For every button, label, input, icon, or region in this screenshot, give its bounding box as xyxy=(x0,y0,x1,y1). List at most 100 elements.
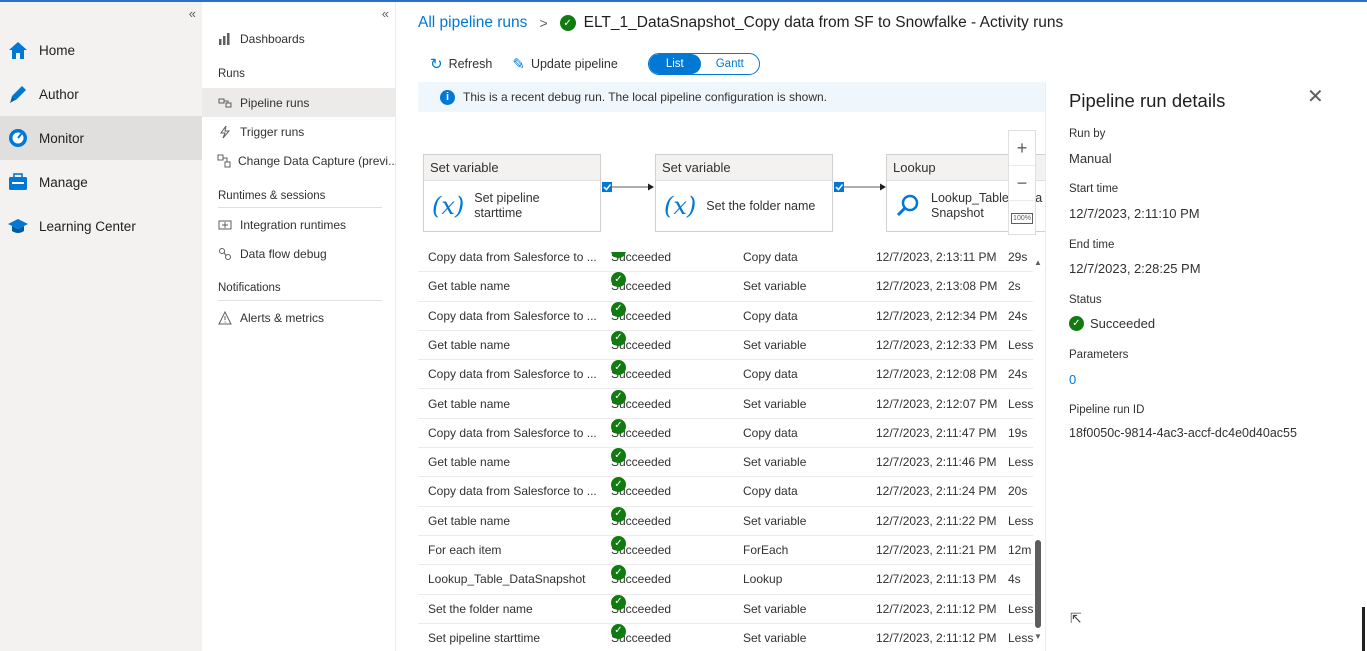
subnav-label: Dashboards xyxy=(240,31,305,46)
page-title: ELT_1_DataSnapshot_Copy data from SF to … xyxy=(583,14,1064,31)
scroll-up-icon[interactable]: ▲ xyxy=(1034,258,1042,267)
end-time-value: 12/7/2023, 2:28:25 PM xyxy=(1069,261,1201,276)
zoom-in-icon[interactable]: + xyxy=(1009,131,1035,166)
duration-cell: 20s xyxy=(1008,484,1028,499)
table-row[interactable]: Get table name Set variable 12/7/2023, 2:1… xyxy=(418,448,1033,478)
update-pipeline-button[interactable]: ✎ Update pipeline xyxy=(512,55,617,73)
view-toggle: List Gantt xyxy=(647,53,760,75)
activity-type-cell: Set variable xyxy=(743,279,807,294)
table-row[interactable]: Get table name Set variable 12/7/2023, 2:1… xyxy=(418,272,1033,302)
subnav-item-dashboards[interactable]: Dashboards xyxy=(202,24,396,53)
duration-cell: Less xyxy=(1008,601,1033,616)
status-value: ✓ Succeeded xyxy=(1069,316,1155,331)
zoom-out-icon[interactable]: − xyxy=(1009,166,1035,201)
status-cell: ✓Succeeded xyxy=(611,301,731,330)
success-check-icon: ✓ xyxy=(611,330,626,346)
collapse-subnav-icon[interactable]: « xyxy=(382,6,389,21)
table-row[interactable]: Get table name Set variable 12/7/2023, 2:1… xyxy=(418,330,1033,361)
breadcrumb-separator: > xyxy=(539,15,548,31)
nav-item-label: Learning Center xyxy=(39,218,136,234)
nav-item-author[interactable]: Author xyxy=(0,72,202,116)
start-time-value: 12/7/2023, 2:11:10 PM xyxy=(1069,206,1200,221)
scrollbar-thumb[interactable] xyxy=(1035,540,1041,628)
status-cell: ✓Succeeded xyxy=(611,536,731,564)
table-row[interactable]: Lookup_Table_DataSnapshot Lookup 12/7/2023… xyxy=(418,565,1033,595)
pipeline-canvas[interactable]: Set variable (x) Set pipeline starttime … xyxy=(418,112,1045,252)
runs-heading: Runs xyxy=(218,68,245,80)
table-row[interactable]: For each item ForEach 12/7/2023, 2:11:21 P… xyxy=(418,536,1033,566)
parameters-link[interactable]: 0 xyxy=(1069,372,1076,387)
info-icon: i xyxy=(440,89,455,105)
subnav-item-data-flow-debug[interactable]: Data flow debug xyxy=(202,239,396,268)
collapse-nav-icon[interactable]: « xyxy=(189,6,196,21)
warning-icon xyxy=(217,310,233,326)
activity-type-cell: Copy data xyxy=(743,252,798,264)
activity-type: Set variable xyxy=(656,155,832,181)
list-view-tab[interactable]: List xyxy=(648,54,701,74)
status-cell: ✓Succeeded xyxy=(611,506,731,535)
duration-cell: Less xyxy=(1008,396,1033,411)
subnav-item-integration-runtimes[interactable]: Integration runtimes xyxy=(202,210,396,239)
status-text: Succeeded xyxy=(1090,316,1156,331)
table-scrollbar[interactable]: ▲ ▼ xyxy=(1033,258,1043,648)
pencil-icon: ✎ xyxy=(512,56,525,73)
subnav-item-pipeline-runs[interactable]: Pipeline runs xyxy=(202,88,396,117)
table-row[interactable]: Set pipeline starttime Set variable 12/7/2… xyxy=(418,623,1033,651)
nav-item-manage[interactable]: Manage xyxy=(0,160,202,204)
table-row[interactable]: Copy data from Salesforce to ... Copy dat… xyxy=(418,360,1033,390)
nav-item-label: Author xyxy=(39,86,79,102)
end-time-label: End time xyxy=(1069,239,1115,251)
duration-cell: Less xyxy=(1008,455,1033,470)
activity-name-cell: Get table name xyxy=(428,396,511,411)
activity-node-set-the-folder-name[interactable]: Set variable (x) Set the folder name xyxy=(655,154,833,232)
table-row[interactable]: Copy data from Salesforce to ... Copy dat… xyxy=(418,301,1033,331)
table-row[interactable]: Copy data from Salesforce to ... Copy dat… xyxy=(418,418,1033,449)
all-pipeline-runs-link[interactable]: All pipeline runs xyxy=(418,14,527,32)
nav-item-monitor[interactable]: Monitor xyxy=(0,116,202,160)
subnav-label: Change Data Capture (previ... xyxy=(238,153,396,168)
activity-node-set-pipeline-starttime[interactable]: Set variable (x) Set pipeline starttime xyxy=(423,154,601,232)
close-icon[interactable]: ✕ xyxy=(1307,84,1324,109)
nav-item-label: Home xyxy=(39,42,76,58)
success-check-icon: ✓ xyxy=(611,506,626,522)
nav-item-label: Manage xyxy=(39,174,88,190)
zoom-to-fit-icon[interactable]: 100% xyxy=(1009,201,1035,236)
integration-runtime-icon xyxy=(217,217,233,233)
subnav-label: Alerts & metrics xyxy=(240,310,325,325)
duration-cell: 2s xyxy=(1008,279,1021,294)
run-start-cell: 12/7/2023, 2:11:46 PM xyxy=(876,455,997,470)
subnav-label: Pipeline runs xyxy=(240,95,310,110)
divider xyxy=(218,300,382,301)
status-cell: ✓Succeeded xyxy=(611,389,731,418)
status-cell: ✓Succeeded xyxy=(611,477,731,505)
run-start-cell: 12/7/2023, 2:12:07 PM xyxy=(876,396,998,411)
status-cell: ✓Succeeded xyxy=(611,330,731,359)
home-icon xyxy=(5,37,31,63)
runtimes-heading: Runtimes & sessions xyxy=(218,190,326,202)
success-check-icon: ✓ xyxy=(611,448,626,464)
run-start-cell: 12/7/2023, 2:11:21 PM xyxy=(876,543,997,557)
duration-cell: 4s xyxy=(1008,572,1021,587)
nav-item-learning-center[interactable]: Learning Center xyxy=(0,204,202,248)
scroll-down-icon[interactable]: ▼ xyxy=(1034,632,1042,641)
gantt-view-tab[interactable]: Gantt xyxy=(701,58,759,70)
subnav-item-alerts-metrics[interactable]: Alerts & metrics xyxy=(202,303,396,332)
subnav-item-trigger-runs[interactable]: Trigger runs xyxy=(202,117,396,146)
activity-name-cell: Copy data from Salesforce to ... xyxy=(428,252,597,264)
subnav-item-change-data-capture[interactable]: Change Data Capture (previ... xyxy=(202,146,396,175)
status-cell: ✓Succeeded xyxy=(611,594,731,623)
notifications-heading: Notifications xyxy=(218,282,281,294)
table-row[interactable]: Get table name Set variable 12/7/2023, 2:1… xyxy=(418,506,1033,536)
details-title: Pipeline run details xyxy=(1069,90,1226,111)
nav-item-home[interactable]: Home xyxy=(0,28,202,72)
activity-type-cell: ForEach xyxy=(743,543,789,557)
success-check-icon: ✓ xyxy=(611,536,626,551)
duration-cell: Less xyxy=(1008,513,1033,528)
table-row[interactable]: Copy data from Salesforce to ... Copy dat… xyxy=(418,477,1033,507)
activity-type-cell: Copy data xyxy=(743,425,798,440)
run-by-value: Manual xyxy=(1069,151,1112,166)
refresh-button[interactable]: ↻ Refresh xyxy=(430,55,492,73)
table-row[interactable]: Get table name Set variable 12/7/2023, 2:1… xyxy=(418,389,1033,419)
table-row[interactable]: Set the folder name Set variable 12/7/2023… xyxy=(418,594,1033,624)
table-row[interactable]: Copy data from Salesforce to ... Copy dat… xyxy=(418,252,1033,273)
